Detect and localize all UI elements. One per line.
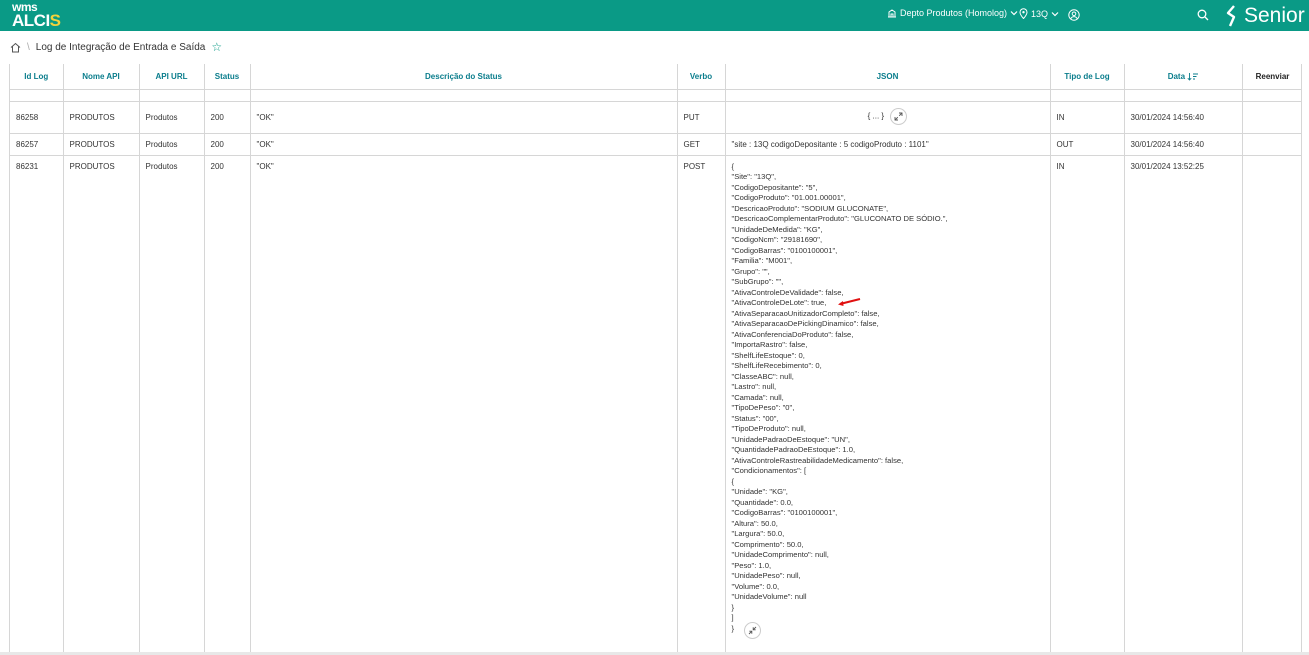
favorite-star-icon[interactable]: ☆ [211, 40, 222, 54]
breadcrumb-separator: \ [27, 41, 30, 53]
table-row[interactable]: 86258 PRODUTOS Produtos 200 "OK" PUT { .… [10, 101, 1301, 134]
wms-alcis-logo[interactable]: wms ALCIS [12, 1, 61, 29]
cell-verbo: POST [677, 155, 726, 652]
cell-json: { "Site": "13Q", "CodigoDepositante": "5… [725, 155, 1051, 652]
collapse-json-button[interactable] [743, 622, 761, 639]
senior-brand-text: Senior [1244, 4, 1305, 27]
table-row[interactable]: 86257 PRODUTOS Produtos 200 "OK" GET "si… [10, 133, 1301, 156]
cell-tipo: OUT [1050, 133, 1125, 156]
site-selector[interactable]: 13Q [1019, 8, 1059, 19]
search-icon [1197, 9, 1209, 21]
cell-reenviar [1242, 101, 1301, 134]
cell-verbo: GET [677, 133, 726, 156]
table-row[interactable]: 86231 PRODUTOS Produtos 200 "OK" POST { … [10, 155, 1301, 652]
cell-api-url: Produtos [139, 101, 205, 134]
json-expanded-text: { "Site": "13Q", "CodigoDepositante": "5… [731, 161, 948, 633]
cell-api-url: Produtos [139, 133, 205, 156]
cell-status: 200 [204, 133, 251, 156]
logo-main-text: ALCIS [12, 11, 61, 30]
header-nome-api[interactable]: Nome API [63, 64, 140, 90]
annotation-arrow-icon [838, 298, 861, 306]
cell-id: 86258 [10, 101, 64, 134]
log-table: Id Log Nome API API URL Status Descrição… [10, 64, 1301, 652]
user-icon [1068, 9, 1080, 21]
cell-data: 30/01/2024 14:56:40 [1124, 133, 1243, 156]
site-label: 13Q [1031, 8, 1049, 19]
cell-json: { ... } [725, 101, 1051, 134]
expand-json-button[interactable] [890, 107, 908, 125]
cell-descricao: "OK" [250, 155, 678, 652]
cell-nome-api: PRODUTOS [63, 155, 140, 652]
json-collapsed-text: { ... } [867, 111, 885, 121]
cell-json: "site : 13Q codigoDepositante : 5 codigo… [725, 133, 1051, 156]
top-bar: wms ALCIS Depto Produtos (Homolog) 13Q S… [0, 0, 1309, 31]
cell-data: 30/01/2024 13:52:25 [1124, 155, 1243, 652]
header-json[interactable]: JSON [725, 64, 1051, 90]
cell-descricao: "OK" [250, 101, 678, 134]
breadcrumb: \ Log de Integração de Entrada e Saída ☆ [0, 36, 1309, 58]
cell-tipo: IN [1050, 101, 1125, 134]
header-data[interactable]: Data [1124, 64, 1243, 90]
cell-verbo: PUT [677, 101, 726, 134]
cell-id: 86257 [10, 133, 64, 156]
header-verbo[interactable]: Verbo [677, 64, 726, 90]
building-icon [888, 9, 896, 18]
header-tipo-log[interactable]: Tipo de Log [1050, 64, 1125, 90]
senior-brand: Senior [1226, 4, 1305, 28]
table-row-partial [10, 89, 1301, 102]
logo-top-text: wms [12, 0, 38, 14]
department-label: Depto Produtos (Homolog) [900, 8, 1008, 18]
sort-descending-icon [1187, 72, 1199, 81]
chevron-down-icon [1010, 11, 1018, 16]
cell-reenviar [1242, 155, 1301, 652]
home-icon[interactable] [10, 42, 21, 53]
collapse-icon [748, 626, 756, 635]
header-descricao[interactable]: Descrição do Status [250, 64, 678, 90]
cell-nome-api: PRODUTOS [63, 101, 140, 134]
search-button[interactable] [1197, 8, 1209, 26]
cell-nome-api: PRODUTOS [63, 133, 140, 156]
cell-id: 86231 [10, 155, 64, 652]
cell-descricao: "OK" [250, 133, 678, 156]
cell-status: 200 [204, 101, 251, 134]
cell-api-url: Produtos [139, 155, 205, 652]
cell-data: 30/01/2024 14:56:40 [1124, 101, 1243, 134]
cell-status: 200 [204, 155, 251, 652]
chevron-down-icon [1051, 11, 1059, 16]
header-status[interactable]: Status [204, 64, 251, 90]
cell-tipo: IN [1050, 155, 1125, 652]
department-selector[interactable]: Depto Produtos (Homolog) [887, 8, 1018, 18]
header-id-log[interactable]: Id Log [10, 64, 64, 90]
header-reenviar[interactable]: Reenviar [1242, 64, 1301, 90]
table-header-row: Id Log Nome API API URL Status Descrição… [10, 64, 1301, 90]
user-button[interactable] [1068, 9, 1080, 21]
cell-reenviar [1242, 133, 1301, 156]
header-api-url[interactable]: API URL [139, 64, 205, 90]
location-pin-icon [1019, 8, 1028, 19]
page-title: Log de Integração de Entrada e Saída [35, 41, 206, 53]
log-table-container[interactable]: Id Log Nome API API URL Status Descrição… [9, 64, 1302, 652]
expand-icon [894, 112, 903, 120]
senior-logo-icon [1226, 5, 1236, 27]
